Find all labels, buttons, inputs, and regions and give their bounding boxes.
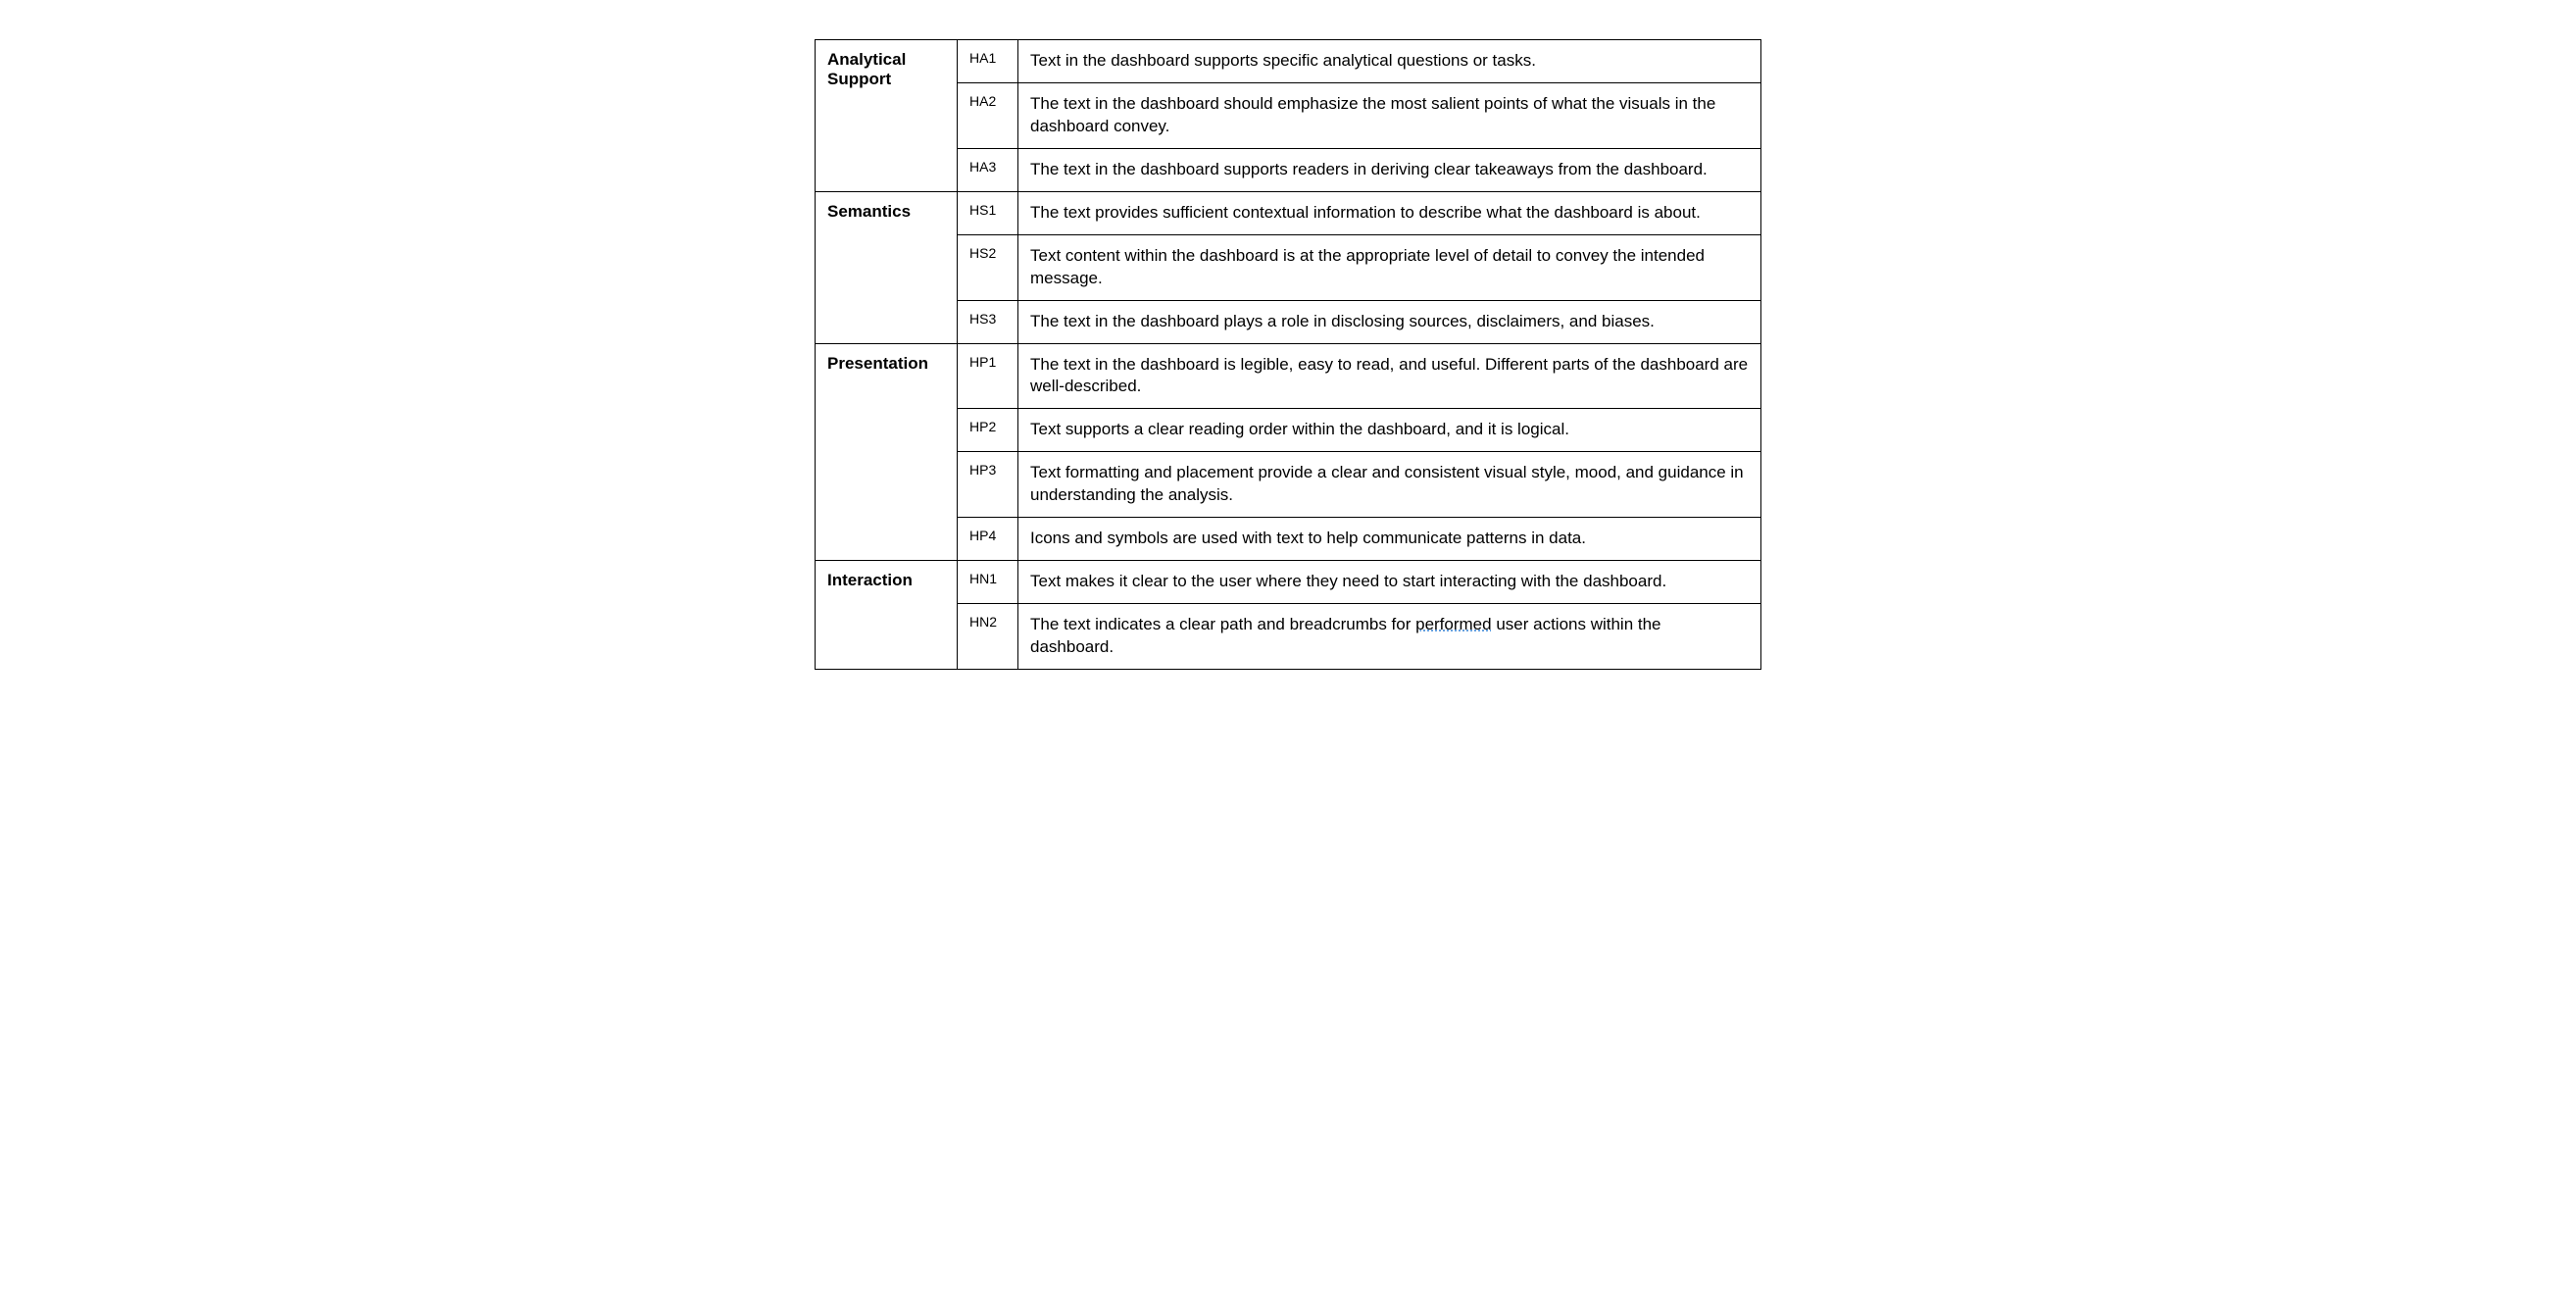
desc-cell: The text in the dashboard is legible, ea… [1018, 343, 1761, 409]
code-cell: HS3 [958, 300, 1018, 343]
table-row: HP4 Icons and symbols are used with text… [816, 518, 1761, 561]
code-cell: HP4 [958, 518, 1018, 561]
category-cell: Analytical Support [816, 40, 958, 192]
table-row: Semantics HS1 The text provides sufficie… [816, 191, 1761, 234]
code-cell: HN2 [958, 604, 1018, 670]
heuristics-table: Analytical Support HA1 Text in the dashb… [815, 39, 1761, 670]
code-cell: HP3 [958, 452, 1018, 518]
table-row: HS3 The text in the dashboard plays a ro… [816, 300, 1761, 343]
desc-text-underlined: performed [1415, 615, 1491, 633]
table-row: Presentation HP1 The text in the dashboa… [816, 343, 1761, 409]
table-row: HA2 The text in the dashboard should emp… [816, 82, 1761, 148]
heuristics-table-container: Analytical Support HA1 Text in the dashb… [815, 39, 1761, 670]
table-row: HA3 The text in the dashboard supports r… [816, 148, 1761, 191]
table-row: Interaction HN1 Text makes it clear to t… [816, 561, 1761, 604]
desc-cell: The text in the dashboard should emphasi… [1018, 82, 1761, 148]
desc-cell: Text makes it clear to the user where th… [1018, 561, 1761, 604]
code-cell: HA1 [958, 40, 1018, 83]
code-cell: HN1 [958, 561, 1018, 604]
desc-cell: The text provides sufficient contextual … [1018, 191, 1761, 234]
code-cell: HP1 [958, 343, 1018, 409]
table-row: HP2 Text supports a clear reading order … [816, 409, 1761, 452]
category-cell: Presentation [816, 343, 958, 561]
desc-cell: Text content within the dashboard is at … [1018, 234, 1761, 300]
desc-cell: The text in the dashboard plays a role i… [1018, 300, 1761, 343]
code-cell: HP2 [958, 409, 1018, 452]
table-row: Analytical Support HA1 Text in the dashb… [816, 40, 1761, 83]
desc-cell: The text in the dashboard supports reade… [1018, 148, 1761, 191]
desc-cell: The text indicates a clear path and brea… [1018, 604, 1761, 670]
code-cell: HS1 [958, 191, 1018, 234]
desc-cell: Icons and symbols are used with text to … [1018, 518, 1761, 561]
desc-cell: Text formatting and placement provide a … [1018, 452, 1761, 518]
desc-cell: Text in the dashboard supports specific … [1018, 40, 1761, 83]
category-cell: Semantics [816, 191, 958, 343]
table-row: HP3 Text formatting and placement provid… [816, 452, 1761, 518]
desc-cell: Text supports a clear reading order with… [1018, 409, 1761, 452]
table-row: HS2 Text content within the dashboard is… [816, 234, 1761, 300]
table-row: HN2 The text indicates a clear path and … [816, 604, 1761, 670]
code-cell: HS2 [958, 234, 1018, 300]
desc-text-prefix: The text indicates a clear path and brea… [1030, 615, 1415, 633]
code-cell: HA3 [958, 148, 1018, 191]
code-cell: HA2 [958, 82, 1018, 148]
category-cell: Interaction [816, 561, 958, 670]
